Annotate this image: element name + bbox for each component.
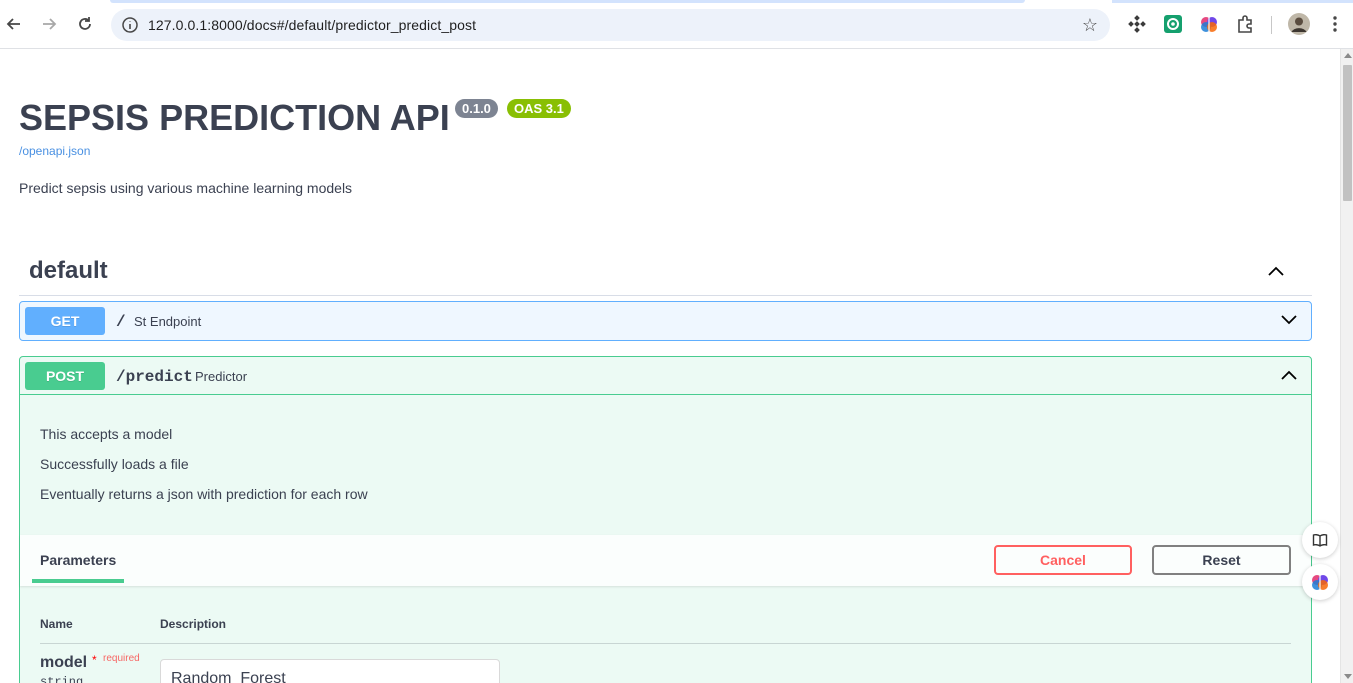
column-header-description: Description (160, 617, 227, 631)
description-line: This accepts a model (40, 426, 173, 442)
tag-title: default (29, 257, 108, 284)
tab-parameters[interactable]: Parameters (40, 552, 116, 568)
version-badge: 0.1.0 (455, 99, 498, 118)
scrollbar-thumb[interactable] (1343, 65, 1352, 201)
brain-extension-icon[interactable] (1199, 14, 1219, 34)
tag-header-default[interactable]: default (19, 249, 1312, 296)
reader-mode-book-icon[interactable] (1302, 522, 1338, 558)
scroll-up-arrow[interactable] (1344, 53, 1352, 58)
oas-badge: OAS 3.1 (507, 99, 571, 118)
forward-icon[interactable] (37, 12, 61, 36)
operation-path[interactable]: /predict (116, 368, 193, 386)
opblock-post-predict: POST /predict Predictor This accepts a m… (19, 356, 1312, 683)
description-line: Eventually returns a json with predictio… (40, 486, 368, 502)
tab-strip-edge (0, 0, 1353, 3)
page-scrollbar[interactable] (1340, 49, 1353, 683)
browser-menu-icon[interactable] (1323, 12, 1347, 36)
column-header-name: Name (40, 617, 73, 631)
opblock-get-root[interactable]: GET / St Endpoint (19, 301, 1312, 341)
operation-summary: Predictor (195, 369, 248, 384)
chevron-up-icon[interactable] (1266, 261, 1286, 281)
reload-icon[interactable] (73, 12, 97, 36)
model-input[interactable] (160, 659, 500, 683)
param-name: model (40, 654, 88, 671)
api-title: SEPSIS PREDICTION API (19, 97, 450, 138)
back-icon[interactable] (2, 12, 26, 36)
brain-assistant-icon[interactable] (1302, 564, 1338, 600)
param-type: string (40, 675, 84, 683)
chevron-down-icon[interactable] (1279, 310, 1299, 330)
table-divider (40, 643, 1291, 644)
page-content: SEPSIS PREDICTION API 0.1.0 OAS 3.1 /ope… (0, 49, 1340, 683)
operation-path[interactable]: / (116, 313, 126, 331)
method-badge-post: POST (25, 362, 105, 390)
tab-active-underline (32, 579, 124, 583)
openapi-json-link[interactable]: /openapi.json (19, 144, 90, 158)
opblock-summary-post[interactable]: POST /predict Predictor (20, 357, 1311, 395)
browser-toolbar: 127.0.0.1:8000/docs#/default/predictor_p… (0, 0, 1353, 49)
parameters-header: Parameters Cancel Reset (20, 535, 1311, 586)
required-label: required (103, 653, 140, 664)
method-badge-get: GET (25, 307, 105, 335)
required-star: * (92, 653, 97, 667)
toolbar-divider (1271, 16, 1272, 34)
cancel-button[interactable]: Cancel (994, 545, 1132, 575)
address-bar[interactable]: 127.0.0.1:8000/docs#/default/predictor_p… (111, 9, 1110, 41)
scroll-down-arrow[interactable] (1344, 674, 1352, 679)
bookmark-star-icon[interactable]: ☆ (1082, 15, 1098, 36)
description-line: Successfully loads a file (40, 456, 189, 472)
grammar-extension-icon[interactable] (1163, 14, 1183, 34)
extension-grid-icon[interactable] (1127, 14, 1147, 34)
chevron-up-icon[interactable] (1279, 365, 1299, 385)
site-info-icon[interactable] (121, 16, 139, 34)
api-description: Predict sepsis using various machine lea… (19, 180, 353, 196)
profile-avatar[interactable] (1288, 13, 1310, 35)
reset-button[interactable]: Reset (1152, 545, 1291, 575)
extensions-puzzle-icon[interactable] (1235, 14, 1255, 34)
url-text[interactable]: 127.0.0.1:8000/docs#/default/predictor_p… (148, 17, 476, 33)
operation-summary: St Endpoint (134, 314, 202, 329)
